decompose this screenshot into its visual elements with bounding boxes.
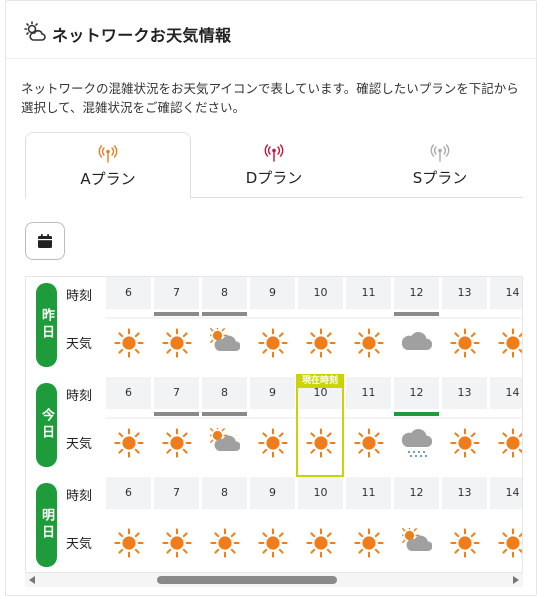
weather-sunny-icon (442, 319, 487, 367)
day-badge: 昨日 (36, 283, 57, 367)
weather-sunny-icon (154, 519, 199, 567)
weather-sunny-cloudy-icon (394, 519, 439, 567)
weather-sunny-icon (106, 419, 151, 467)
time-row-label: 時刻 (66, 489, 93, 504)
weather-sunny-icon (346, 519, 391, 567)
hour-cell: 9 (250, 477, 295, 509)
hour-cell: 10 (298, 477, 343, 509)
row-divider (106, 317, 522, 319)
current-time-highlight (296, 375, 344, 477)
weather-cloudy-icon (394, 319, 439, 367)
weather-sunny-icon (298, 319, 343, 367)
hour-cell: 14 (490, 477, 522, 509)
hour-cell: 6 (106, 377, 151, 409)
congestion-bar (394, 312, 439, 316)
time-row-label: 時刻 (66, 389, 93, 404)
hour-cell: 8 (202, 477, 247, 509)
hour-cell: 8 (202, 377, 247, 409)
scroll-right-arrow[interactable] (513, 576, 519, 584)
weather-row-label: 天気 (66, 537, 93, 552)
card-header: ネットワークお天気情報 (6, 1, 536, 59)
hour-cell: 7 (154, 477, 199, 509)
antenna-icon (430, 144, 450, 162)
weather-sunny-cloudy-icon (202, 419, 247, 467)
tab-a-plan[interactable]: Aプラン (25, 132, 191, 199)
congestion-bar (202, 312, 247, 316)
hour-cell: 14 (490, 377, 522, 409)
weather-sunny-icon (490, 519, 522, 567)
hour-cell: 11 (346, 477, 391, 509)
weather-sunny-icon (250, 419, 295, 467)
weather-sunny-icon (442, 519, 487, 567)
weather-sunny-icon (106, 519, 151, 567)
hour-cell: 14 (490, 277, 522, 309)
tab-d-plan[interactable]: Dプラン (191, 132, 357, 198)
hour-cell: 7 (154, 277, 199, 309)
weather-sunny-icon (490, 419, 522, 467)
hour-cell: 8 (202, 277, 247, 309)
page-title: ネットワークお天気情報 (52, 26, 232, 45)
weather-sunny-icon (202, 519, 247, 567)
hour-cell: 10 (298, 277, 343, 309)
hour-cell: 11 (346, 277, 391, 309)
congestion-bar (154, 412, 199, 416)
weather-sunny-icon (490, 319, 522, 367)
weather-sunny-icon (298, 519, 343, 567)
weather-sunny-cloudy-icon (202, 319, 247, 367)
weather-sunny-icon (250, 319, 295, 367)
hour-cell: 12 (394, 477, 439, 509)
congestion-bar (394, 412, 439, 416)
hour-cell: 13 (442, 477, 487, 509)
scroll-left-arrow[interactable] (29, 576, 35, 584)
weather-row-label: 天気 (66, 337, 93, 352)
weather-sunny-icon (442, 419, 487, 467)
day-badge: 明日 (36, 483, 57, 567)
plan-tabs: Aプラン Dプラン Sプラン (25, 132, 523, 199)
hour-cell: 6 (106, 477, 151, 509)
horizontal-scrollbar[interactable] (25, 573, 523, 587)
calendar-icon (38, 234, 52, 248)
congestion-bar (154, 312, 199, 316)
hour-cell: 12 (394, 277, 439, 309)
weather-sunny-icon (346, 319, 391, 367)
weather-row-label: 天気 (66, 437, 93, 452)
calendar-button[interactable] (25, 222, 65, 260)
hour-cell: 9 (250, 277, 295, 309)
hour-cell: 13 (442, 277, 487, 309)
weather-sunny-icon (346, 419, 391, 467)
hour-cell: 9 (250, 377, 295, 409)
weather-sunny-icon (154, 419, 199, 467)
antenna-icon (264, 144, 284, 162)
hour-cell: 7 (154, 377, 199, 409)
hour-cell: 12 (394, 377, 439, 409)
congestion-bar (202, 412, 247, 416)
description-text: ネットワークの混雑状況をお天気アイコンで表しています。確認したいプランを下記から… (21, 81, 519, 115)
tab-label: Sプラン (412, 169, 468, 187)
weather-sunny-icon (106, 319, 151, 367)
current-time-label: 現在時刻 (296, 374, 344, 388)
weather-sunny-icon (154, 319, 199, 367)
tab-s-plan[interactable]: Sプラン (357, 132, 523, 198)
hour-cell: 6 (106, 277, 151, 309)
weather-cloudy-rain-icon (394, 419, 439, 467)
day-badge: 今日 (36, 383, 57, 467)
tab-label: Aプラン (80, 170, 136, 188)
weather-sunny-icon (250, 519, 295, 567)
weather-schedule-grid[interactable]: 昨日 時刻 天気 6 7 8 9 10 11 12 13 14 今日 時刻 天気 6 7 8 9 10 11 12 13 14… (25, 276, 523, 573)
time-row-label: 時刻 (66, 289, 93, 304)
tab-label: Dプラン (245, 169, 303, 187)
hour-cell: 11 (346, 377, 391, 409)
scroll-thumb[interactable] (157, 576, 337, 584)
hour-cell: 13 (442, 377, 487, 409)
antenna-icon (98, 145, 118, 163)
network-weather-icon (24, 21, 46, 41)
